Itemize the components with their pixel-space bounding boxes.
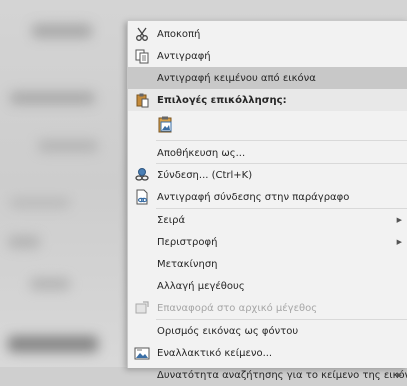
menu-item-label: Επιλογές επικόλλησης: xyxy=(157,94,287,106)
menu-item-rotate[interactable]: Περιστροφή ▶ xyxy=(128,231,407,253)
paste-options-header: Επιλογές επικόλλησης: xyxy=(128,89,407,111)
menu-item-label: Αποκοπή xyxy=(157,28,201,40)
menu-item-cut[interactable]: Αποκοπή xyxy=(128,23,407,45)
scissors-icon xyxy=(134,26,150,42)
menu-item-label: Αλλαγή μεγέθους xyxy=(157,280,245,292)
menu-item-label: Περιστροφή xyxy=(157,236,218,248)
paste-picture-option[interactable] xyxy=(128,112,407,138)
menu-item-label: Δυνατότητα αναζήτησης για το κείμενο της… xyxy=(157,369,407,381)
separator xyxy=(156,140,407,141)
link-icon xyxy=(134,167,150,183)
menu-item-label: Αντιγραφή σύνδεσης στην παράγραφο xyxy=(157,191,350,203)
blurred-text xyxy=(8,236,40,248)
reset-size-icon xyxy=(134,300,150,316)
menu-item-link[interactable]: Σύνδεση... (Ctrl+K) xyxy=(128,164,407,186)
context-menu: Αποκοπή Αντιγραφή Αντιγραφή κειμένου από… xyxy=(127,20,407,381)
menu-item-label: Αντιγραφή xyxy=(157,50,211,62)
copy-icon xyxy=(134,48,150,64)
menu-item-label: Μετακίνηση xyxy=(157,258,218,270)
menu-item-set-as-background[interactable]: Ορισμός εικόνας ως φόντου xyxy=(128,320,407,342)
menu-item-save-as[interactable]: Αποθήκευση ως... xyxy=(128,142,407,164)
menu-item-copy[interactable]: Αντιγραφή xyxy=(128,45,407,67)
menu-item-copy-link-to-paragraph[interactable]: Αντιγραφή σύνδεσης στην παράγραφο xyxy=(128,186,407,208)
blurred-text xyxy=(32,24,92,38)
menu-item-label: Αντιγραφή κειμένου από εικόνα xyxy=(157,72,316,84)
menu-item-label: Επαναφορά στο αρχικό μέγεθος xyxy=(157,302,318,314)
alt-text-icon xyxy=(134,345,150,361)
menu-item-searchable-text[interactable]: Δυνατότητα αναζήτησης για το κείμενο της… xyxy=(128,364,407,386)
submenu-arrow-icon: ▶ xyxy=(396,216,402,224)
menu-item-copy-text-from-picture[interactable]: Αντιγραφή κειμένου από εικόνα xyxy=(128,67,407,89)
menu-item-label: Σύνδεση... (Ctrl+K) xyxy=(157,169,253,181)
menu-item-resize[interactable]: Αλλαγή μεγέθους xyxy=(128,275,407,297)
blurred-text xyxy=(8,336,98,352)
menu-item-move[interactable]: Μετακίνηση xyxy=(128,253,407,275)
copy-link-icon xyxy=(134,189,150,205)
menu-item-label: Ορισμός εικόνας ως φόντου xyxy=(157,325,299,337)
menu-item-label: Σειρά xyxy=(157,214,186,226)
submenu-arrow-icon: ▶ xyxy=(396,371,402,379)
blurred-text xyxy=(10,92,95,104)
submenu-arrow-icon: ▶ xyxy=(396,238,402,246)
menu-item-alt-text[interactable]: Εναλλακτικό κείμενο... xyxy=(128,342,407,364)
paste-picture-icon xyxy=(158,116,174,133)
clipboard-icon xyxy=(134,92,150,108)
menu-item-order[interactable]: Σειρά ▶ xyxy=(128,209,407,231)
blurred-text xyxy=(30,278,70,290)
menu-item-reset-size[interactable]: Επαναφορά στο αρχικό μέγεθος xyxy=(128,297,407,319)
blurred-text xyxy=(10,198,70,208)
blurred-text xyxy=(38,140,98,152)
menu-item-label: Εναλλακτικό κείμενο... xyxy=(157,347,273,359)
menu-item-label: Αποθήκευση ως... xyxy=(157,147,246,159)
